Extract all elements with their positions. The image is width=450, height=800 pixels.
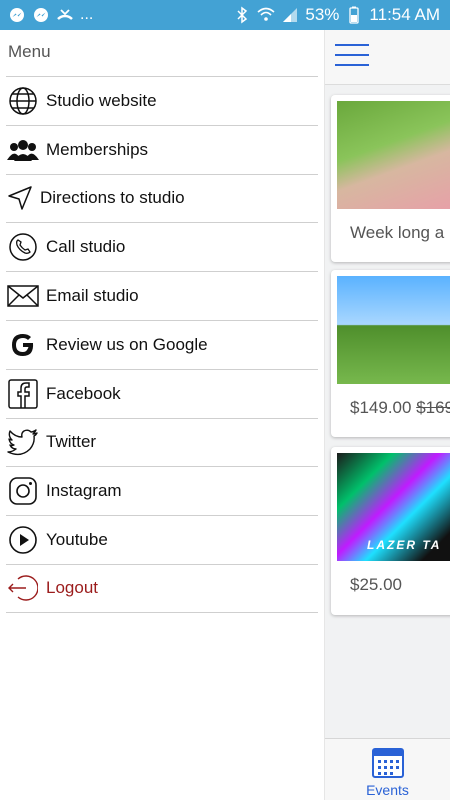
phone-icon: [6, 230, 40, 264]
menu-item-label: Review us on Google: [46, 334, 208, 354]
envelope-icon: [6, 279, 40, 313]
menu-item-label: Directions to studio: [40, 188, 185, 208]
menu-item-directions[interactable]: Directions to studio: [6, 173, 318, 223]
messenger-icon: [8, 6, 26, 24]
event-image: [337, 101, 450, 209]
event-card[interactable]: LAZER TA $25.00: [331, 447, 450, 615]
globe-icon: [6, 84, 40, 118]
facebook-icon: [6, 377, 40, 411]
bluetooth-icon: [233, 6, 251, 24]
price: $149.00: [350, 398, 412, 417]
hamburger-menu-icon[interactable]: [335, 44, 369, 68]
event-price: $25.00: [350, 575, 402, 594]
menu-item-label: Instagram: [46, 481, 122, 501]
twitter-icon: [6, 425, 40, 459]
menu-item-label: Youtube: [46, 530, 108, 550]
menu-item-label: Twitter: [46, 432, 97, 452]
missed-call-icon: [56, 6, 74, 24]
menu-item-label: Studio website: [46, 90, 157, 110]
event-image: [337, 276, 450, 384]
menu-item-label: Email studio: [46, 286, 139, 306]
event-title: Week long a: [350, 223, 445, 242]
bottom-navigation: Events: [325, 738, 450, 800]
status-bar: ... 53% 11:54 AM: [0, 0, 450, 30]
status-right: 53% 11:54 AM: [233, 5, 440, 25]
events-screen-background: Week long a $149.00 $169 LAZER TA $25.00: [325, 30, 450, 800]
clock: 11:54 AM: [369, 5, 440, 24]
menu-item-instagram[interactable]: Instagram: [6, 466, 318, 515]
logout-icon: [6, 571, 40, 605]
image-caption: LAZER TA: [367, 538, 442, 552]
youtube-play-icon: [6, 523, 40, 557]
event-image: LAZER TA: [337, 453, 450, 561]
menu-item-twitter[interactable]: Twitter: [6, 417, 318, 467]
menu-item-label: Logout: [46, 578, 98, 598]
wifi-icon: [257, 6, 275, 24]
messenger-icon: [32, 6, 50, 24]
menu-item-youtube[interactable]: Youtube: [6, 515, 318, 564]
battery-percent: 53%: [305, 5, 340, 24]
event-price: $149.00 $169: [331, 384, 450, 418]
event-card[interactable]: $149.00 $169: [331, 270, 450, 437]
menu-item-label: Memberships: [46, 139, 149, 159]
app-header: [325, 30, 450, 85]
calendar-icon[interactable]: [371, 745, 405, 779]
event-card[interactable]: Week long a: [331, 95, 450, 262]
menu-item-memberships[interactable]: Memberships: [6, 124, 318, 174]
menu-item-studio-website[interactable]: Studio website: [6, 76, 318, 125]
status-overflow: ...: [80, 6, 94, 23]
status-left: ...: [8, 6, 93, 24]
drawer-title: Menu: [8, 42, 51, 61]
menu-item-email-studio[interactable]: Email studio: [6, 271, 318, 320]
signal-icon: [281, 6, 299, 24]
menu-item-review-google[interactable]: Review us on Google: [6, 319, 318, 369]
battery-icon: [345, 6, 363, 24]
menu-list: Studio website Memberships Directions to…: [0, 76, 324, 613]
menu-item-label: Call studio: [46, 237, 126, 257]
navigation-arrow-icon: [6, 181, 34, 215]
old-price: $169: [416, 398, 450, 417]
people-icon: [6, 133, 40, 167]
menu-item-call-studio[interactable]: Call studio: [6, 222, 318, 271]
instagram-icon: [6, 474, 40, 508]
menu-item-label: Facebook: [46, 383, 121, 403]
google-icon: [6, 328, 40, 362]
menu-item-facebook[interactable]: Facebook: [6, 368, 318, 418]
menu-item-logout[interactable]: Logout: [6, 563, 318, 613]
navigation-drawer: Menu Studio website Memberships Directio…: [0, 30, 325, 800]
events-tab-label[interactable]: Events: [325, 782, 450, 798]
